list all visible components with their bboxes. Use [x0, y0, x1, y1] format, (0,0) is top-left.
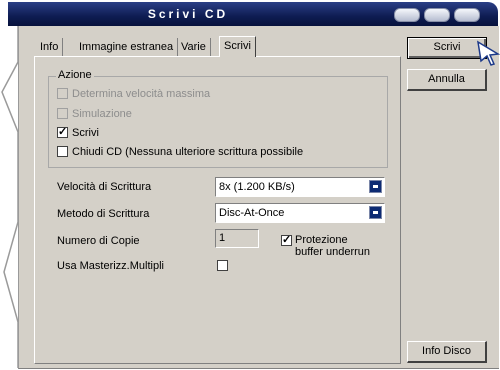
determine-max-speed-option[interactable]: Determina velocità massima	[57, 87, 210, 103]
dropdown-arrow-icon[interactable]	[369, 206, 382, 219]
minimize-button[interactable]	[394, 8, 420, 22]
simulation-label: Simulazione	[72, 108, 132, 120]
close-cd-option[interactable]: Chiudi CD (Nessuna ulteriore scrittura p…	[57, 145, 303, 161]
multi-recorder-checkbox[interactable]	[217, 260, 228, 271]
copies-value: 1	[219, 232, 226, 244]
buffer-protection-label: Protezione buffer underrun	[295, 234, 370, 258]
write-option[interactable]: ✓ Scrivi	[57, 126, 99, 142]
tab-write[interactable]: Scrivi	[219, 36, 256, 57]
checkmark-icon: ✓	[58, 126, 68, 138]
write-method-select[interactable]: Disc-At-Once	[215, 203, 385, 223]
close-cd-checkbox[interactable]	[57, 146, 68, 157]
write-method-label: Metodo di Scrittura	[57, 208, 150, 220]
buffer-protection-checkbox[interactable]: ✓	[281, 234, 292, 246]
dialog-window: Scrivi CD Info Immagine estranea Varie S…	[0, 0, 500, 370]
write-speed-select[interactable]: 8x (1.200 KB/s)	[215, 177, 385, 197]
multi-recorder-label: Usa Masterizz.Multipli	[57, 260, 164, 272]
determine-max-speed-checkbox[interactable]	[57, 88, 68, 99]
copies-label: Numero di Copie	[57, 235, 140, 247]
write-checkbox[interactable]: ✓	[57, 126, 68, 138]
tab-info[interactable]: Info	[36, 38, 64, 56]
dropdown-arrow-icon[interactable]	[369, 180, 382, 193]
close-button[interactable]	[454, 8, 480, 22]
write-button[interactable]: Scrivi	[407, 37, 487, 59]
checkmark-icon: ✓	[282, 234, 292, 246]
copies-input[interactable]: 1	[215, 229, 259, 248]
buffer-protection-label-line2: buffer underrun	[295, 246, 371, 258]
tab-misc[interactable]: Varie	[177, 38, 211, 56]
action-group-legend: Azione	[56, 69, 94, 81]
write-label: Scrivi	[72, 127, 99, 139]
buffer-protection-label-line1: Protezione	[295, 234, 348, 246]
write-method-value: Disc-At-Once	[219, 207, 285, 219]
maximize-button[interactable]	[424, 8, 450, 22]
simulation-checkbox[interactable]	[57, 108, 68, 119]
disc-info-button[interactable]: Info Disco	[407, 341, 487, 363]
close-cd-label: Chiudi CD (Nessuna ulteriore scrittura p…	[72, 146, 304, 158]
title-bar[interactable]: Scrivi CD	[8, 2, 498, 26]
determine-max-speed-label: Determina velocità massima	[72, 88, 211, 100]
window-title: Scrivi CD	[147, 7, 229, 21]
cancel-button[interactable]: Annulla	[407, 69, 487, 91]
mouse-pointer-icon	[477, 40, 500, 66]
write-speed-label: Velocità di Scrittura	[57, 181, 152, 193]
simulation-option[interactable]: Simulazione	[57, 107, 132, 123]
write-speed-value: 8x (1.200 KB/s)	[219, 181, 295, 193]
tab-foreign-image[interactable]: Immagine estranea	[75, 38, 179, 56]
